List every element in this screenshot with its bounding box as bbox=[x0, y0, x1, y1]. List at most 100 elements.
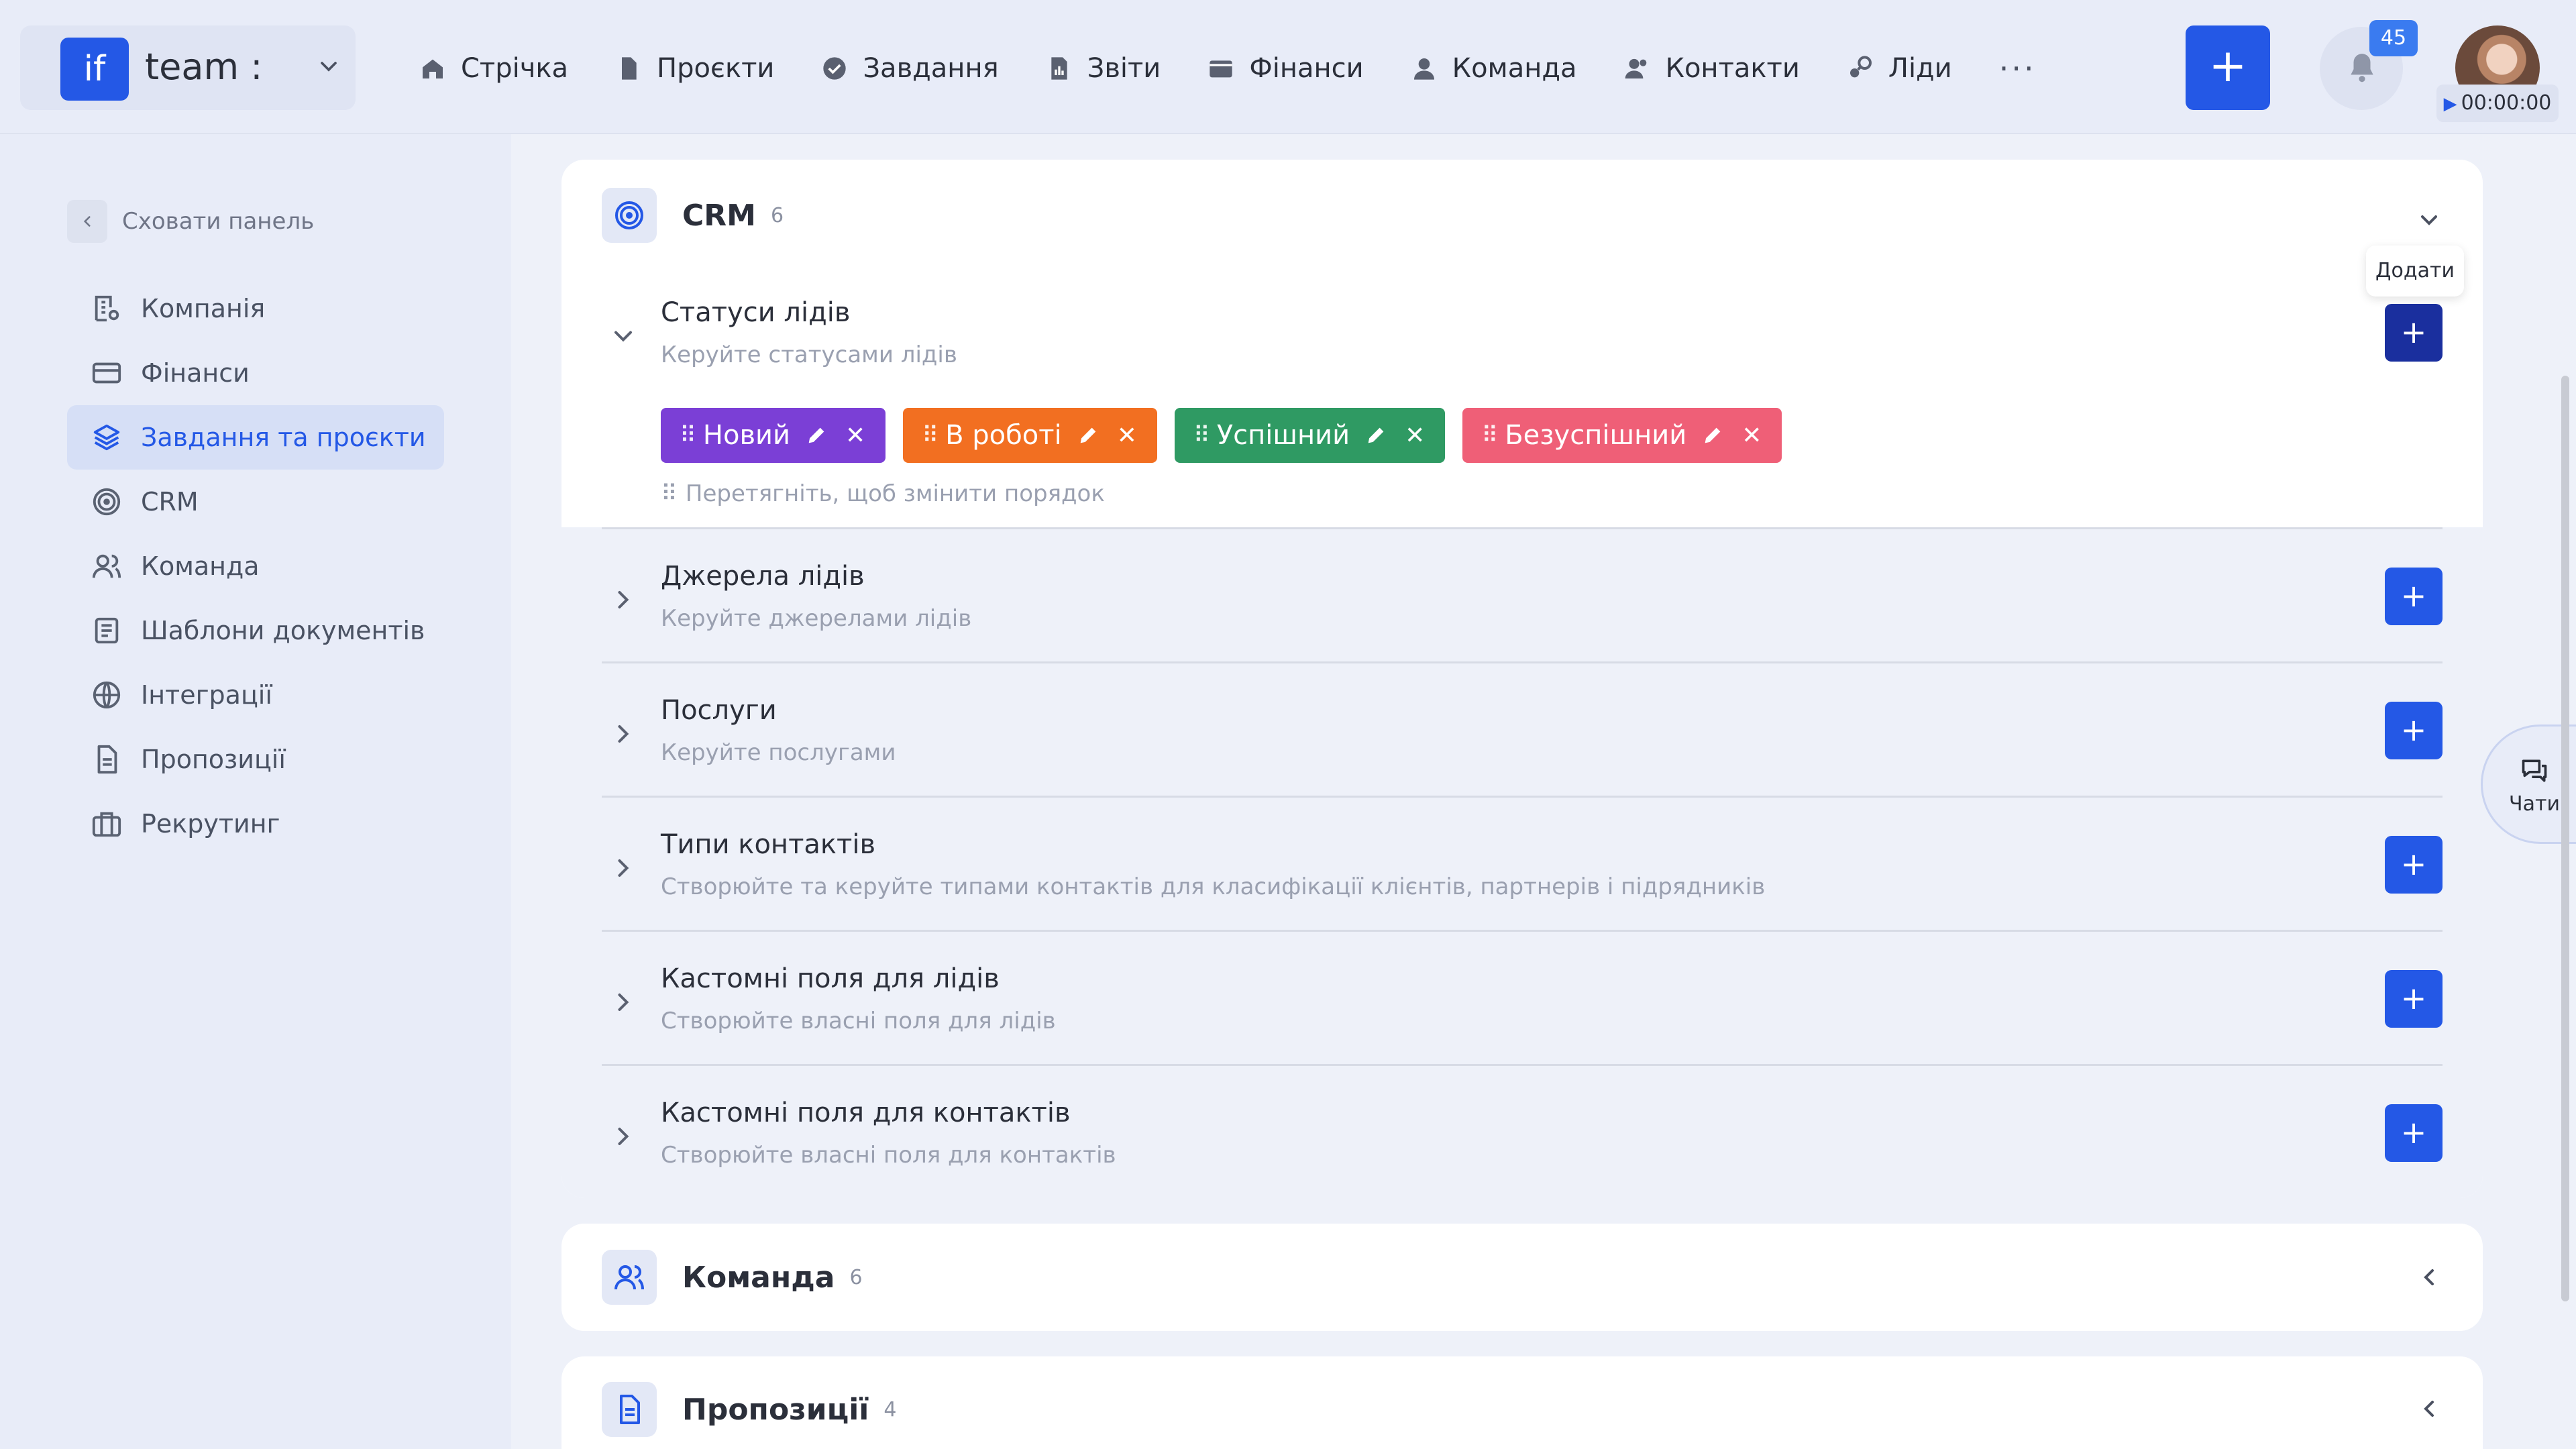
chevron-down-icon[interactable] bbox=[2416, 207, 2443, 233]
chip-label: Успішний bbox=[1216, 420, 1350, 451]
divider bbox=[602, 661, 2443, 663]
close-icon[interactable]: ✕ bbox=[1405, 422, 1425, 449]
nav-item-contacts[interactable]: Контакти bbox=[1624, 53, 1800, 84]
sidebar-item-label: Завдання та проєкти bbox=[141, 423, 426, 452]
nav-item-projects[interactable]: Проєкти bbox=[615, 53, 774, 84]
pencil-icon[interactable] bbox=[1364, 424, 1387, 447]
pencil-icon[interactable] bbox=[805, 424, 828, 447]
wallet-icon bbox=[1210, 60, 1232, 78]
report-icon bbox=[1051, 57, 1067, 80]
drag-handle-icon: ⠿ bbox=[661, 480, 678, 507]
proposals-title: Пропозиції bbox=[682, 1392, 869, 1427]
sidebar-menu: Компанія Фінанси Завдання та проєкти CRM… bbox=[67, 276, 444, 856]
pencil-icon[interactable] bbox=[1077, 424, 1099, 447]
section-lead-statuses: Статуси лідів Керуйте статусами лідів + bbox=[602, 297, 2443, 368]
chevron-left-icon[interactable] bbox=[2416, 1264, 2443, 1291]
divider bbox=[602, 930, 2443, 932]
sidebar-item-tasks-projects[interactable]: Завдання та проєкти bbox=[67, 405, 444, 470]
nav-item-leads[interactable]: Ліди bbox=[1847, 53, 1952, 84]
close-icon[interactable]: ✕ bbox=[1117, 422, 1137, 449]
sidebar-item-finance[interactable]: Фінанси bbox=[67, 341, 444, 405]
nav-item-finance[interactable]: Фінанси bbox=[1208, 53, 1364, 84]
drag-hint-text: Перетягніть, щоб змінити порядок bbox=[685, 480, 1105, 507]
sidebar-item-integrations[interactable]: Інтеграції bbox=[67, 663, 444, 727]
add-service-button[interactable]: + bbox=[2385, 702, 2443, 759]
chip-label: Новий bbox=[702, 420, 791, 451]
add-custom-lead-field-button[interactable]: + bbox=[2385, 970, 2443, 1028]
more-menu-button[interactable]: ··· bbox=[1999, 50, 2037, 87]
team-count: 6 bbox=[849, 1265, 863, 1289]
drag-hint: ⠿ Перетягніть, щоб змінити порядок bbox=[661, 480, 1105, 507]
team-title: Команда bbox=[682, 1260, 835, 1295]
chevron-left-icon[interactable] bbox=[2416, 1395, 2443, 1422]
status-chip[interactable]: ⠿ Успішний ✕ bbox=[1174, 408, 1446, 463]
team-switcher[interactable]: if team : bbox=[20, 25, 356, 110]
sidebar-item-company[interactable]: Компанія bbox=[67, 276, 444, 341]
nav-label: Звіти bbox=[1087, 53, 1161, 84]
scrollbar[interactable] bbox=[2561, 376, 2569, 1301]
section-title: Статуси лідів bbox=[661, 297, 851, 328]
sidebar-item-crm[interactable]: CRM bbox=[67, 470, 444, 534]
nav-item-tasks[interactable]: Завдання bbox=[821, 53, 999, 84]
nav-item-reports[interactable]: Звіти bbox=[1046, 53, 1161, 84]
drag-handle-icon[interactable]: ⠿ bbox=[1481, 422, 1498, 449]
drag-handle-icon[interactable]: ⠿ bbox=[680, 422, 696, 449]
proposals-card-header[interactable]: Пропозиції 4 bbox=[602, 1382, 896, 1437]
chevron-right-icon[interactable] bbox=[608, 719, 638, 749]
sidebar-item-label: Команда bbox=[141, 551, 260, 581]
pencil-icon[interactable] bbox=[1701, 424, 1724, 447]
nav-item-team[interactable]: Команда bbox=[1411, 53, 1577, 84]
add-tooltip: Додати bbox=[2366, 246, 2464, 297]
lead-status-chips: ⠿ Новий ✕ ⠿ В роботі ✕ ⠿ Успішний ✕ ⠿ Бе… bbox=[661, 408, 1799, 463]
sidebar-item-document-templates[interactable]: Шаблони документів bbox=[67, 598, 444, 663]
chevron-down-icon[interactable] bbox=[608, 321, 638, 351]
add-lead-status-button[interactable]: + bbox=[2385, 304, 2443, 362]
drag-handle-icon[interactable]: ⠿ bbox=[1193, 422, 1210, 449]
nav-label: Ліди bbox=[1888, 53, 1952, 84]
chevron-right-icon[interactable] bbox=[608, 585, 638, 614]
crm-settings-card: CRM 6 Додати Статуси лідів Керуйте стату… bbox=[561, 160, 2483, 1198]
global-add-button[interactable]: + bbox=[2186, 25, 2270, 110]
briefcase-icon bbox=[92, 812, 121, 837]
building-icon bbox=[95, 295, 119, 322]
status-chip[interactable]: ⠿ В роботі ✕ bbox=[903, 408, 1157, 463]
sidebar-item-recruiting[interactable]: Рекрутинг bbox=[67, 792, 444, 856]
users-icon bbox=[602, 1250, 657, 1305]
proposals-count: 4 bbox=[883, 1397, 897, 1421]
sidebar-item-label: Інтеграції bbox=[141, 680, 272, 710]
chevron-right-icon[interactable] bbox=[608, 1122, 638, 1151]
nav-item-feed[interactable]: Стрічка bbox=[419, 53, 568, 84]
home-icon bbox=[423, 59, 443, 78]
close-icon[interactable]: ✕ bbox=[845, 422, 865, 449]
add-custom-contact-field-button[interactable]: + bbox=[2385, 1104, 2443, 1162]
section-contact-types: Типи контактів Створюйте та керуйте типа… bbox=[602, 829, 2443, 900]
crm-card-header[interactable]: CRM 6 bbox=[602, 188, 784, 243]
status-chip[interactable]: ⠿ Новий ✕ bbox=[661, 408, 886, 463]
sidebar-item-label: Шаблони документів bbox=[141, 616, 425, 645]
chevron-right-icon[interactable] bbox=[608, 987, 638, 1017]
nav-label: Фінанси bbox=[1249, 53, 1364, 84]
team-name: team : bbox=[145, 46, 263, 88]
proposals-settings-card: Пропозиції 4 bbox=[561, 1356, 2483, 1449]
timer-value: 00:00:00 bbox=[2461, 91, 2552, 115]
settings-sidebar: Сховати панель Компанія Фінанси Завдання… bbox=[0, 134, 511, 1449]
sidebar-item-label: Фінанси bbox=[141, 358, 250, 388]
sidebar-item-label: Рекрутинг bbox=[141, 809, 280, 839]
chat-icon bbox=[2522, 759, 2547, 782]
add-lead-source-button[interactable]: + bbox=[2385, 568, 2443, 625]
drag-handle-icon[interactable]: ⠿ bbox=[922, 422, 938, 449]
team-card-header[interactable]: Команда 6 bbox=[602, 1250, 863, 1305]
hide-panel-button[interactable]: Сховати панель bbox=[67, 200, 314, 243]
close-icon[interactable]: ✕ bbox=[1741, 422, 1762, 449]
add-contact-type-button[interactable]: + bbox=[2385, 836, 2443, 894]
nav-label: Завдання bbox=[863, 53, 999, 84]
sidebar-item-proposals[interactable]: Пропозиції bbox=[67, 727, 444, 792]
chevron-right-icon[interactable] bbox=[608, 853, 638, 883]
section-description: Керуйте послугами bbox=[661, 739, 896, 766]
file-icon bbox=[622, 57, 637, 80]
sidebar-item-team[interactable]: Команда bbox=[67, 534, 444, 598]
nav-label: Контакти bbox=[1665, 53, 1800, 84]
time-tracker[interactable]: ▶ 00:00:00 bbox=[2436, 85, 2559, 122]
status-chip[interactable]: ⠿ Безуспішний ✕ bbox=[1462, 408, 1782, 463]
contacts-icon bbox=[1625, 58, 1646, 78]
